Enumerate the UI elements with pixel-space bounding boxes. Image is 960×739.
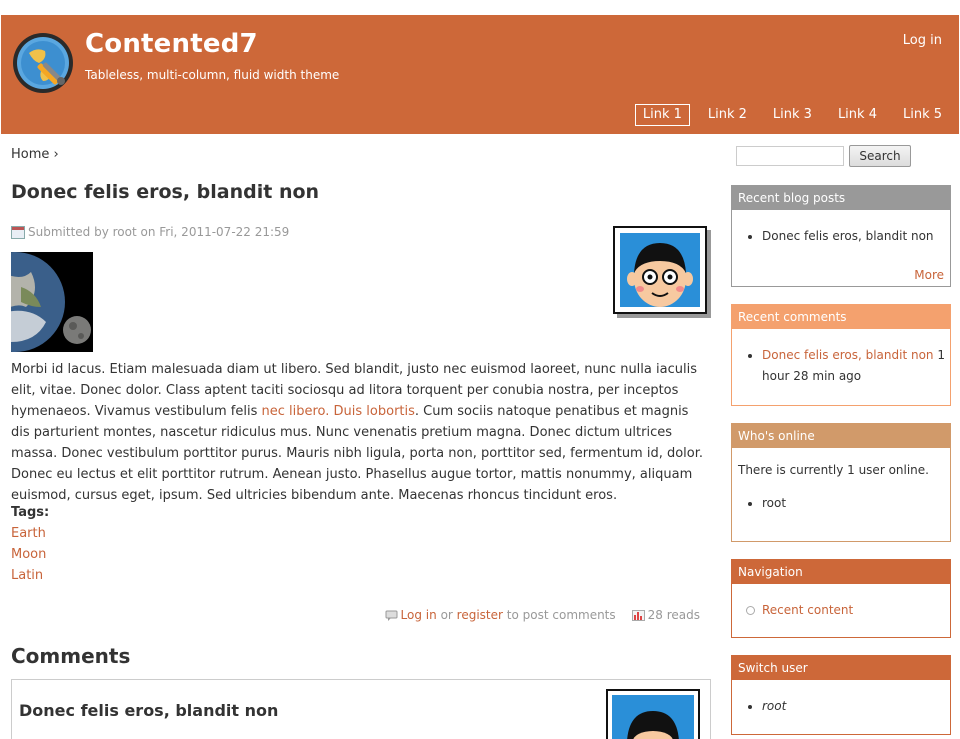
tags-label: Tags: (11, 505, 50, 520)
submitted-info: Submitted by root on Fri, 2011-07-22 21:… (11, 225, 289, 239)
node-links: Log in or register to post comments 28 r… (385, 608, 700, 622)
list-item: Donec felis eros, blandit non 1 hour 28 … (762, 345, 950, 387)
cartoon-face-icon (620, 233, 700, 307)
submitted-text: Submitted by root on Fri, 2011-07-22 21:… (28, 225, 290, 239)
nav-link-4[interactable]: Link 4 (830, 104, 885, 126)
breadcrumb-separator: › (53, 147, 59, 162)
calendar-icon (11, 225, 25, 239)
list-item: Donec felis eros, blandit non (762, 226, 950, 247)
nav-link-3[interactable]: Link 3 (765, 104, 820, 126)
online-count-text: There is currently 1 user online. (738, 463, 929, 477)
login-to-comment-link[interactable]: Log in (401, 608, 437, 622)
blog-post-link[interactable]: Donec felis eros, blandit non (762, 229, 934, 243)
recent-comment-link[interactable]: Donec felis eros, blandit non (762, 348, 934, 362)
block-title: Recent blog posts (732, 186, 950, 210)
reads-count: 28 reads (647, 608, 700, 622)
comment-item: Donec felis eros, blandit non (11, 679, 711, 739)
site-slogan: Tableless, multi-column, fluid width the… (85, 68, 340, 82)
block-switch-user: Switch user root (731, 655, 951, 735)
breadcrumb-home-link[interactable]: Home (11, 147, 49, 162)
site-logo-icon[interactable] (11, 31, 75, 95)
body-inline-link[interactable]: nec libero. Duis lobortis (262, 404, 415, 419)
block-title: Navigation (732, 560, 950, 584)
comments-heading: Comments (11, 644, 131, 668)
comment-title[interactable]: Donec felis eros, blandit non (19, 701, 278, 720)
node-body: Morbi id lacus. Etiam malesuada diam ut … (11, 362, 704, 503)
register-link[interactable]: register (457, 608, 503, 622)
search-button[interactable]: Search (849, 145, 911, 167)
nav-link-1[interactable]: Link 1 (634, 104, 690, 126)
tag-link-moon[interactable]: Moon (11, 547, 46, 562)
nav-link-2[interactable]: Link 2 (700, 104, 755, 126)
more-link[interactable]: More (914, 268, 944, 282)
site-header: Contented7 Tableless, multi-column, flui… (1, 15, 959, 134)
block-title: Recent comments (732, 305, 950, 329)
switch-user-link[interactable]: root (762, 699, 786, 713)
block-navigation: Navigation Recent content (731, 559, 951, 638)
tag-link-earth[interactable]: Earth (11, 526, 46, 541)
block-recent-blog-posts: Recent blog posts Donec felis eros, blan… (731, 185, 951, 287)
list-item: root (762, 696, 950, 717)
statistics-icon (631, 609, 645, 621)
comment-icon (385, 610, 398, 621)
search-input[interactable] (736, 146, 844, 166)
list-item: Recent content (746, 600, 950, 621)
block-title: Switch user (732, 656, 950, 680)
author-avatar[interactable] (613, 226, 707, 314)
comment-author-avatar[interactable] (606, 689, 700, 739)
tag-link-latin[interactable]: Latin (11, 568, 43, 583)
cartoon-face-icon (612, 695, 694, 739)
block-whos-online: Who's online There is currently 1 user o… (731, 423, 951, 542)
site-name[interactable]: Contented7 (85, 29, 258, 59)
online-user[interactable]: root (762, 496, 786, 510)
list-item: root (762, 493, 950, 514)
login-link[interactable]: Log in (903, 33, 942, 48)
nav-link-5[interactable]: Link 5 (895, 104, 950, 126)
earth-moon-image (11, 252, 93, 352)
breadcrumb: Home › (11, 147, 59, 162)
primary-nav: Link 1 Link 2 Link 3 Link 4 Link 5 (625, 104, 950, 126)
page-title: Donec felis eros, blandit non (11, 181, 320, 203)
recent-content-link[interactable]: Recent content (762, 603, 853, 617)
block-title: Who's online (732, 424, 950, 448)
block-recent-comments: Recent comments Donec felis eros, blandi… (731, 304, 951, 406)
